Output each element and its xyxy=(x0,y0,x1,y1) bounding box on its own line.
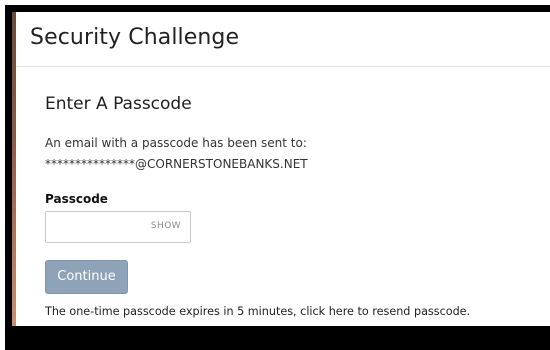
passcode-label: Passcode xyxy=(45,192,108,206)
info-text: An email with a passcode has been sent t… xyxy=(45,136,307,150)
show-passcode-toggle[interactable]: SHOW xyxy=(151,221,181,231)
section-heading: Enter A Passcode xyxy=(45,94,192,114)
page-title: Security Challenge xyxy=(30,25,240,50)
continue-button[interactable]: Continue xyxy=(45,260,128,294)
masked-email: ***************@CORNERSTONEBANKS.NET xyxy=(45,157,308,171)
title-divider xyxy=(16,66,550,67)
passcode-field: SHOW xyxy=(45,211,191,243)
security-challenge-panel: Security Challenge Enter A Passcode An e… xyxy=(16,12,550,326)
passcode-input[interactable] xyxy=(46,212,146,242)
resend-passcode-link[interactable]: The one-time passcode expires in 5 minut… xyxy=(45,305,470,318)
